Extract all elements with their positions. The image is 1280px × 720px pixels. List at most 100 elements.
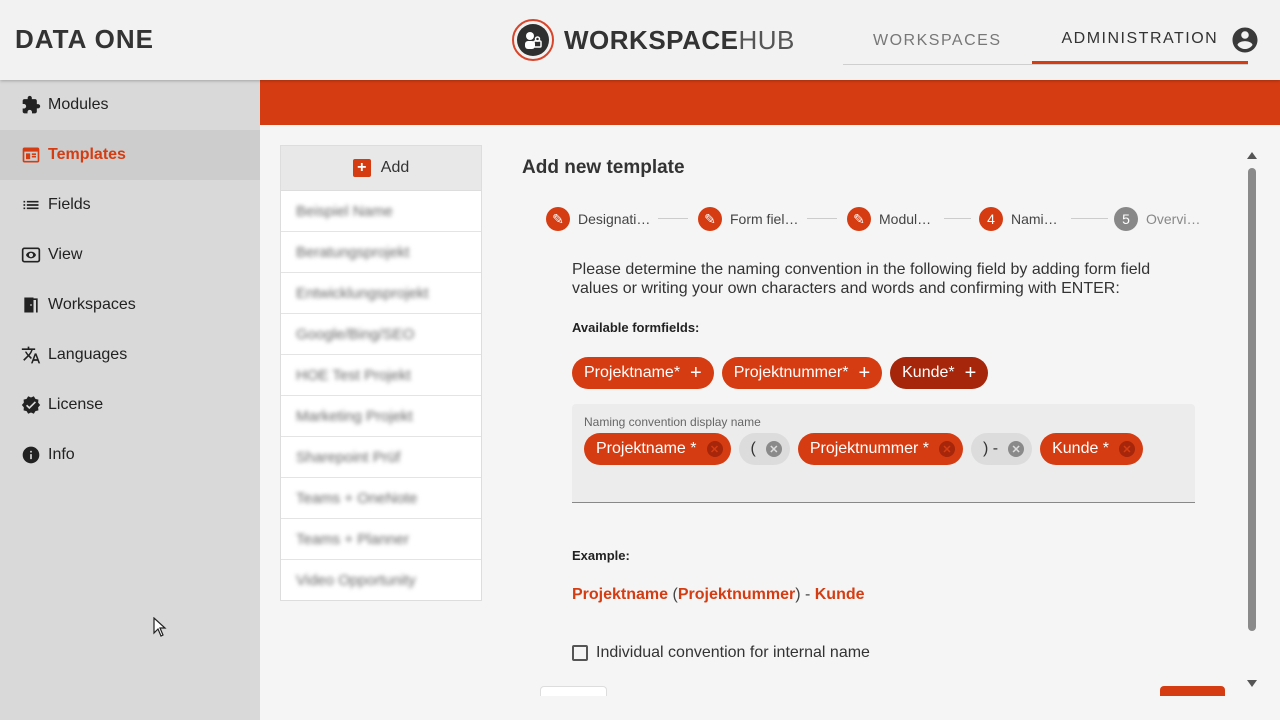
- eye-icon: [20, 244, 42, 266]
- step-number: 4: [979, 207, 1003, 231]
- step-designation[interactable]: ✎ Designati…: [546, 207, 650, 231]
- plus-icon: +: [964, 362, 977, 384]
- available-fields-label: Available formfields:: [572, 320, 700, 335]
- scroll-down-icon[interactable]: [1247, 680, 1257, 687]
- remove-icon[interactable]: ✕: [1008, 441, 1025, 457]
- verified-icon: [20, 394, 42, 416]
- example-separator: (: [668, 586, 678, 603]
- product-name-thin: HUB: [738, 24, 795, 55]
- door-icon: [20, 294, 42, 316]
- token-chip: Projektnummer * ✕: [797, 433, 963, 465]
- list-item[interactable]: Google/Bing/SEO: [281, 314, 481, 355]
- accent-banner: [260, 80, 1280, 125]
- sidebar-item-view[interactable]: View: [0, 230, 260, 280]
- step-form-fields[interactable]: ✎ Form fiel…: [698, 207, 798, 231]
- internal-convention-checkbox[interactable]: [572, 645, 588, 661]
- scrollbar[interactable]: [1244, 148, 1260, 693]
- example-part: Kunde: [814, 586, 865, 603]
- token-label: Projektnummer *: [809, 440, 929, 457]
- pencil-icon: ✎: [698, 207, 722, 231]
- scroll-thumb[interactable]: [1248, 168, 1256, 631]
- mouse-cursor-icon: [153, 616, 167, 637]
- translate-icon: [20, 344, 42, 366]
- sidebar-item-label: View: [48, 246, 83, 263]
- back-button[interactable]: [540, 686, 607, 696]
- nav-tab-administration[interactable]: ADMINISTRATION: [1031, 17, 1249, 64]
- pencil-icon: ✎: [546, 207, 570, 231]
- example-label: Example:: [572, 548, 630, 563]
- step-modules[interactable]: ✎ Modul…: [847, 207, 931, 231]
- token-chip: Kunde * ✕: [1040, 433, 1144, 465]
- sidebar-item-label: Modules: [48, 96, 109, 113]
- template-list: + Add Beispiel Name Beratungsprojekt Ent…: [280, 145, 482, 601]
- list-item[interactable]: Teams + OneNote: [281, 478, 481, 519]
- checkbox-label: Individual convention for internal name: [596, 644, 870, 661]
- step-naming[interactable]: 4 Nami…: [979, 207, 1058, 231]
- sidebar-item-license[interactable]: License: [0, 380, 260, 430]
- workspacehub-logo: WORKSPACEHUB: [512, 18, 795, 62]
- template-icon: [20, 144, 42, 166]
- step-label: Nami…: [1011, 211, 1058, 227]
- add-field-chip[interactable]: Kunde* +: [890, 357, 989, 389]
- available-fields: Projektname* + Projektnummer* + Kunde* +: [572, 357, 996, 389]
- stepper: ✎ Designati… ✎ Form fiel… ✎ Modul… 4 Nam…: [546, 207, 1206, 231]
- remove-icon[interactable]: ✕: [706, 441, 723, 457]
- remove-icon[interactable]: ✕: [1119, 441, 1136, 457]
- add-template-label: Add: [380, 159, 410, 176]
- list-item[interactable]: HOE Test Projekt: [281, 355, 481, 396]
- sidebar-item-templates[interactable]: Templates: [0, 130, 260, 180]
- token-chip: Projektname * ✕: [584, 433, 731, 465]
- token-label: Projektname *: [596, 440, 697, 457]
- token-label: Kunde *: [1052, 440, 1110, 457]
- list-icon: [20, 194, 42, 216]
- list-item[interactable]: Beispiel Name: [281, 191, 481, 232]
- sidebar-item-languages[interactable]: Languages: [0, 330, 260, 380]
- nav-tab-workspaces[interactable]: WORKSPACES: [843, 17, 1032, 64]
- puzzle-icon: [20, 94, 42, 116]
- list-item[interactable]: Marketing Projekt: [281, 396, 481, 437]
- example-separator: ) -: [795, 586, 815, 603]
- token-list: Projektname * ✕ ( ✕ Projektnummer * ✕ ) …: [584, 433, 1151, 465]
- next-button[interactable]: [1160, 686, 1225, 696]
- list-item[interactable]: Teams + Planner: [281, 519, 481, 560]
- token-chip: ( ✕: [738, 433, 790, 465]
- app-header: DATA ONE WORKSPACEHUB WORKSPACES ADMINIS…: [0, 0, 1280, 80]
- remove-icon[interactable]: ✕: [938, 441, 955, 457]
- list-item[interactable]: Video Opportunity: [281, 560, 481, 601]
- sidebar-item-info[interactable]: Info: [0, 430, 260, 480]
- internal-name-option[interactable]: Individual convention for internal name: [572, 644, 870, 662]
- chip-label: Projektnummer*: [733, 364, 849, 381]
- sidebar-item-workspaces[interactable]: Workspaces: [0, 280, 260, 330]
- step-label: Form fiel…: [730, 211, 799, 227]
- sidebar-item-label: Workspaces: [48, 296, 136, 313]
- list-item[interactable]: Entwicklungsprojekt: [281, 273, 481, 314]
- workspacehub-logo-icon: [512, 19, 554, 61]
- account-circle-icon[interactable]: [1230, 25, 1260, 55]
- sidebar-item-label: Templates: [48, 146, 126, 163]
- chip-label: Projektname*: [584, 364, 681, 381]
- sidebar-item-modules[interactable]: Modules: [0, 80, 260, 130]
- sidebar-item-fields[interactable]: Fields: [0, 180, 260, 230]
- step-overview[interactable]: 5 Overvi…: [1114, 207, 1200, 231]
- list-item[interactable]: Sharepoint Prüf: [281, 437, 481, 478]
- naming-convention-input[interactable]: Naming convention display name Projektna…: [572, 404, 1195, 503]
- sidebar-item-label: Info: [48, 446, 75, 463]
- remove-icon[interactable]: ✕: [765, 441, 782, 457]
- page-title: Add new template: [522, 157, 685, 178]
- token-label: ) -: [982, 440, 999, 457]
- add-field-chip[interactable]: Projektnummer* +: [721, 357, 883, 389]
- step-label: Overvi…: [1146, 211, 1201, 227]
- field-label: Naming convention display name: [584, 415, 761, 429]
- step-label: Modul…: [879, 211, 932, 227]
- example-part: Projektname: [572, 586, 669, 603]
- pencil-icon: ✎: [847, 207, 871, 231]
- example-part: Projektnummer: [677, 586, 796, 603]
- step-label: Designati…: [578, 211, 651, 227]
- scroll-up-icon[interactable]: [1247, 152, 1257, 159]
- token-chip: ) - ✕: [970, 433, 1033, 465]
- list-item[interactable]: Beratungsprojekt: [281, 232, 481, 273]
- add-template-button[interactable]: + Add: [281, 146, 481, 191]
- token-label: (: [750, 440, 756, 457]
- sidebar-item-label: Fields: [48, 196, 91, 213]
- add-field-chip[interactable]: Projektname* +: [572, 357, 714, 389]
